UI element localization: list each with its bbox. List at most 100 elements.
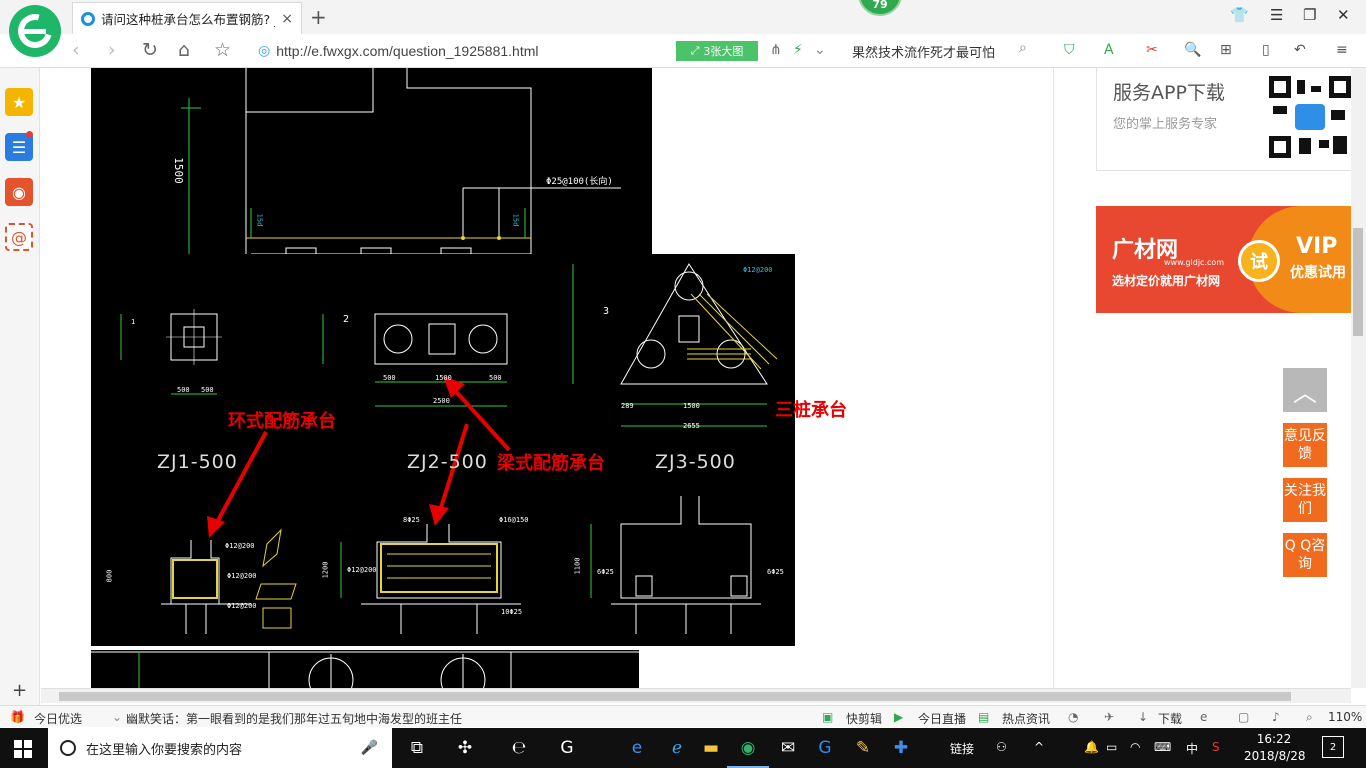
vertical-scroll-thumb[interactable]	[1353, 228, 1363, 336]
window-icon[interactable]: ▢	[1238, 710, 1249, 724]
follow-us-button[interactable]: 关注我们	[1283, 478, 1327, 522]
zj2-dim-c: 500	[489, 374, 502, 382]
glodon-app-icon[interactable]: G	[812, 736, 838, 760]
magnifier-icon[interactable]: 🔍	[1184, 42, 1201, 58]
wifi-icon[interactable]: ◠	[1130, 740, 1140, 754]
tab-close-icon[interactable]: ×	[281, 11, 293, 27]
battery-icon[interactable]: ▭	[1106, 740, 1117, 754]
volume-icon[interactable]: ♪	[1272, 710, 1280, 724]
clock-date: 2018/8/28	[1244, 749, 1306, 763]
gldjc-ad-banner[interactable]: 广材网 www.gldjc.com 选材定价就用广材网 试 VIP 优惠试用	[1096, 206, 1351, 313]
zj3-rebar-note-1: 6Φ25	[597, 568, 614, 576]
zj2-dim-total: 2500	[433, 397, 450, 405]
keyboard-icon[interactable]: ⌨	[1154, 740, 1171, 754]
image-count-button[interactable]: ⤢ 3张大图	[676, 41, 758, 61]
back-to-top-icon[interactable]: ︿	[1283, 368, 1327, 412]
back-icon[interactable]: ‹	[72, 39, 80, 61]
plus-app-icon[interactable]: ✚	[888, 736, 914, 760]
fan-app-icon[interactable]: ✣	[452, 736, 478, 760]
favorites-star-icon[interactable]: ★	[5, 88, 33, 116]
speed-icon[interactable]: ◔	[1068, 710, 1078, 724]
menu-icon[interactable]: ☰	[1270, 6, 1283, 24]
url-field[interactable]: ◎ http://e.fwxgx.com/question_1925881.ht…	[258, 39, 668, 63]
restore-window-icon[interactable]: ❐	[1303, 6, 1316, 24]
new-tab-button[interactable]: +	[310, 5, 327, 29]
lightning-icon[interactable]: ⚡	[793, 42, 803, 58]
cad-15d-right: 15d	[511, 213, 520, 227]
search-icon[interactable]: ⌕	[1019, 40, 1027, 56]
zj2-dim-b: 1500	[435, 374, 452, 382]
refresh-icon[interactable]: ↻	[142, 39, 158, 61]
add-sidebar-button[interactable]: +	[12, 680, 27, 701]
scissors-icon[interactable]: ✂	[1146, 42, 1158, 58]
translate-icon[interactable]: A	[1104, 42, 1114, 58]
360-browser-taskbar-icon[interactable]: ◉	[727, 736, 769, 768]
browser-logo-icon[interactable]	[9, 5, 61, 57]
zj2-rebar-note-1: 8Φ25	[403, 516, 420, 524]
home-icon[interactable]: ⌂	[178, 39, 190, 61]
more-menu-icon[interactable]: ≡	[1336, 42, 1348, 58]
joke-ticker[interactable]: 幽默笑话：第一眼看到的是我们那年过五旬地中海发型的班主任	[126, 710, 462, 727]
chevron-down-icon[interactable]: ⌄	[814, 42, 826, 58]
edge-icon[interactable]: e	[624, 736, 650, 760]
microphone-icon[interactable]: 🎤	[361, 740, 378, 756]
chevron-down-icon[interactable]: ⌄	[112, 710, 122, 724]
task-view-icon[interactable]: ⧉	[404, 736, 430, 760]
qr-code-icon[interactable]	[1269, 76, 1351, 158]
clock-time: 16:22	[1256, 732, 1292, 746]
hot-news-link[interactable]: 热点资讯	[1002, 710, 1050, 727]
horizontal-scrollbar[interactable]	[41, 688, 1351, 703]
close-window-icon[interactable]: ✕	[1337, 6, 1350, 24]
ie-mode-icon[interactable]: e	[1200, 710, 1207, 724]
zoom-icon[interactable]: ⌕	[1306, 710, 1313, 725]
people-icon[interactable]: ⚇	[996, 740, 1007, 754]
browser-tab-active[interactable]: 请问这种桩承台怎么布置钢筋? _ ×	[72, 2, 302, 34]
download-link[interactable]: 下载	[1158, 710, 1182, 727]
ime-indicator[interactable]: 中	[1186, 740, 1198, 757]
weibo-icon[interactable]: ◉	[5, 178, 33, 206]
ad-slogan: 选材定价就用广材网	[1112, 274, 1221, 288]
today-picks-link[interactable]: 今日优选	[34, 710, 82, 727]
taskbar-search-box[interactable]: 在这里输入你要搜索的内容 🎤	[48, 728, 392, 768]
g-app-icon[interactable]: G	[554, 736, 580, 760]
windows-start-icon[interactable]	[14, 740, 32, 758]
file-explorer-icon[interactable]: ▬	[698, 736, 724, 760]
zj3-rebar-note: Φ12@200	[743, 266, 773, 274]
cad-main-drawing: ZJ1-500 ZJ2-500 ZJ3-500 1 2 3 500 500 50…	[91, 254, 795, 646]
apps-grid-icon[interactable]: ⊞	[1220, 42, 1232, 58]
share-icon[interactable]: ⋔	[770, 42, 782, 58]
page-content: 1500 Φ25@100(长向) 15d 15d ZJ1-500 ZJ2-500…	[41, 68, 1351, 688]
score-badge[interactable]: 79	[858, 0, 902, 16]
mail-icon[interactable]: @	[5, 223, 33, 251]
action-center-icon[interactable]: 2	[1322, 736, 1344, 758]
zoom-level[interactable]: 110%	[1328, 710, 1362, 724]
ad-trial-text: 优惠试用	[1290, 265, 1346, 281]
links-toolbar[interactable]: 链接	[950, 740, 974, 757]
feedback-button[interactable]: 意见反馈	[1283, 423, 1327, 467]
edge-legacy-icon[interactable]: ℮	[506, 736, 532, 760]
tab-bar: 请问这种桩承台怎么布置钢筋? _ × + 79 👕 ☰ ❐ ✕	[0, 0, 1366, 34]
notification-bell-icon[interactable]: 🔔	[1084, 740, 1099, 754]
cad-top-drawing: 1500 Φ25@100(长向) 15d 15d	[91, 68, 652, 254]
vertical-scrollbar[interactable]	[1351, 68, 1366, 688]
windows-taskbar: 在这里输入你要搜索的内容 🎤 ⧉ ✣ ℮ G e ℯ ▬ ◉ ✉ G ✎ ✚ 链…	[0, 728, 1366, 768]
quick-clip-link[interactable]: 快剪辑	[846, 710, 882, 727]
sogou-ime-icon[interactable]: S	[1212, 740, 1220, 754]
notes-app-icon[interactable]: ✎	[850, 736, 876, 760]
pin-icon[interactable]: ✈	[1104, 710, 1114, 724]
horizontal-scroll-thumb[interactable]	[59, 692, 1291, 701]
qq-consult-button[interactable]: Q Q咨询	[1283, 533, 1327, 577]
bookmark-star-icon[interactable]: ☆	[214, 39, 231, 61]
forward-icon[interactable]: ›	[108, 39, 116, 61]
undo-icon[interactable]: ↶	[1294, 42, 1306, 58]
app-download-card[interactable]: 服务APP下载 您的掌上服务专家	[1096, 68, 1351, 171]
ie-icon[interactable]: ℯ	[664, 736, 690, 760]
live-link[interactable]: 今日直播	[918, 710, 966, 727]
mobile-icon[interactable]: ▯	[1262, 42, 1270, 58]
tray-expand-icon[interactable]: ^	[1034, 740, 1044, 754]
shield-icon[interactable]: ⛉	[1064, 42, 1075, 58]
search-query[interactable]: 果然技术流作死才最可怕	[852, 42, 995, 61]
taskbar-clock[interactable]: 16:22 2018/8/28	[1244, 731, 1306, 765]
skin-icon[interactable]: 👕	[1230, 6, 1249, 24]
mail-envelope-icon[interactable]: ✉	[775, 736, 801, 760]
